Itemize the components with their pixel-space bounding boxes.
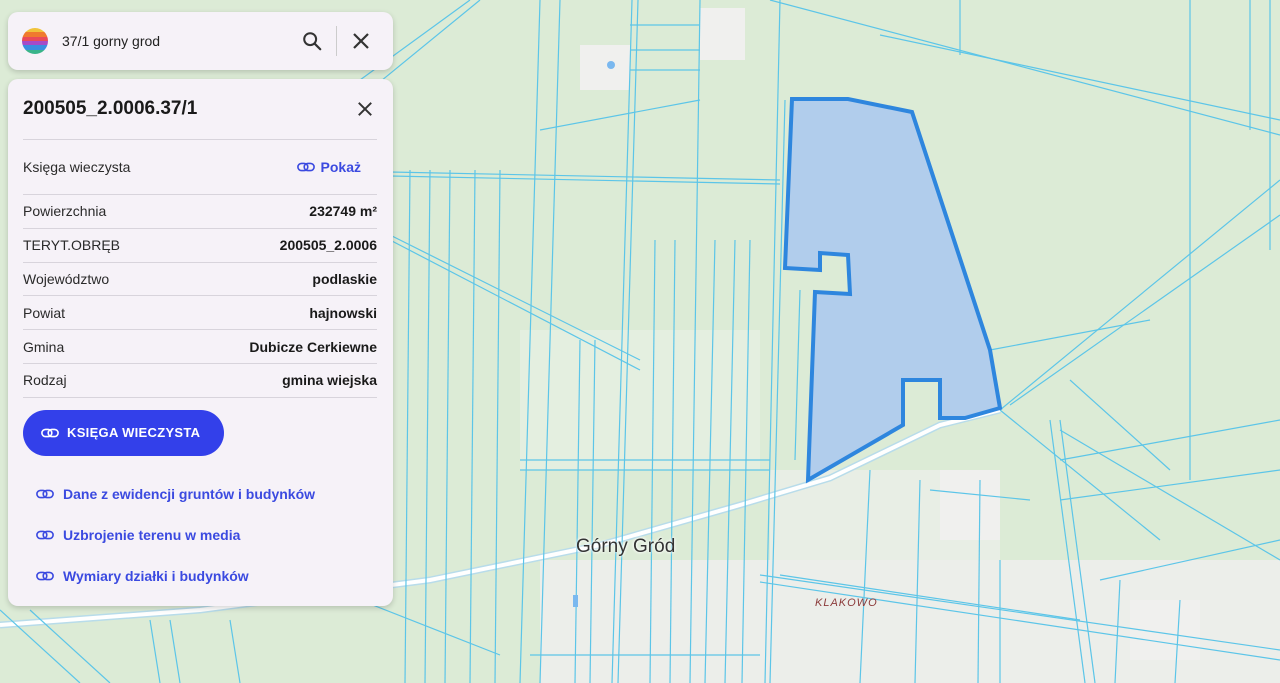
land-register-row: Księga wieczysta Pokaż	[23, 140, 377, 195]
panel-header: 200505_2.0006.37/1	[23, 79, 377, 140]
property-row-commune: Gmina Dubicze Cerkiewne	[23, 330, 377, 364]
map-label-town: Górny Gród	[576, 536, 676, 557]
link-utilities[interactable]: Uzbrojenie terenu w media	[23, 515, 377, 556]
parcel-id-title: 200505_2.0006.37/1	[23, 98, 198, 119]
land-register-button[interactable]: KSIĘGA WIECZYSTA	[23, 409, 225, 456]
property-row-voivodeship: Województwo podlaskie	[23, 263, 377, 297]
link-dimensions[interactable]: Wymiary działki i budynków	[23, 556, 377, 597]
link-icon	[36, 489, 54, 499]
close-icon	[353, 33, 369, 49]
link-icon	[41, 428, 59, 438]
property-label: Gmina	[23, 338, 65, 355]
property-row-county: Powiat hajnowski	[23, 296, 377, 331]
clear-search-button[interactable]	[343, 23, 379, 59]
map-label-locality: KLAKOWO	[815, 597, 878, 609]
search-button[interactable]	[294, 23, 330, 59]
links-list: Dane z ewidencji gruntów i budynków Uzbr…	[23, 474, 377, 597]
search-divider	[336, 26, 337, 56]
land-register-label: Księga wieczysta	[23, 159, 131, 175]
link-icon	[36, 530, 54, 540]
close-icon	[358, 102, 372, 116]
property-row-type: Rodzaj gmina wiejska	[23, 364, 377, 398]
search-icon	[303, 32, 322, 51]
land-register-button-label: KSIĘGA WIECZYSTA	[67, 425, 201, 441]
property-value: 200505_2.0006	[279, 237, 377, 254]
link-icon	[36, 571, 54, 581]
link-land-records[interactable]: Dane z ewidencji gruntów i budynków	[23, 474, 377, 515]
link-label: Dane z ewidencji gruntów i budynków	[63, 486, 316, 503]
property-value: Dubicze Cerkiewne	[249, 338, 377, 355]
link-label: Uzbrojenie terenu w media	[63, 527, 241, 544]
property-label: TERYT.OBRĘB	[23, 237, 120, 254]
show-land-register-button[interactable]: Pokaż	[296, 159, 361, 175]
property-row-area: Powierzchnia 232749 m²	[23, 195, 377, 229]
link-icon	[296, 162, 315, 172]
search-bar[interactable]: 37/1 gorny grod	[8, 12, 393, 70]
property-label: Powiat	[23, 304, 66, 321]
property-value: 232749 m²	[309, 203, 377, 220]
property-label: Rodzaj	[23, 372, 67, 389]
property-value: hajnowski	[309, 304, 377, 321]
search-input[interactable]: 37/1 gorny grod	[62, 33, 294, 49]
close-panel-button[interactable]	[347, 91, 383, 127]
show-label: Pokaż	[320, 159, 361, 175]
property-label: Województwo	[23, 270, 110, 287]
property-value: podlaskie	[312, 270, 377, 287]
parcel-details-panel: 200505_2.0006.37/1 Księga wieczysta Poka…	[8, 79, 393, 606]
property-label: Powierzchnia	[23, 203, 107, 220]
app-logo-icon	[22, 28, 48, 54]
link-label: Wymiary działki i budynków	[63, 568, 249, 585]
property-row-teryt: TERYT.OBRĘB 200505_2.0006	[23, 229, 377, 263]
property-value: gmina wiejska	[282, 372, 377, 389]
